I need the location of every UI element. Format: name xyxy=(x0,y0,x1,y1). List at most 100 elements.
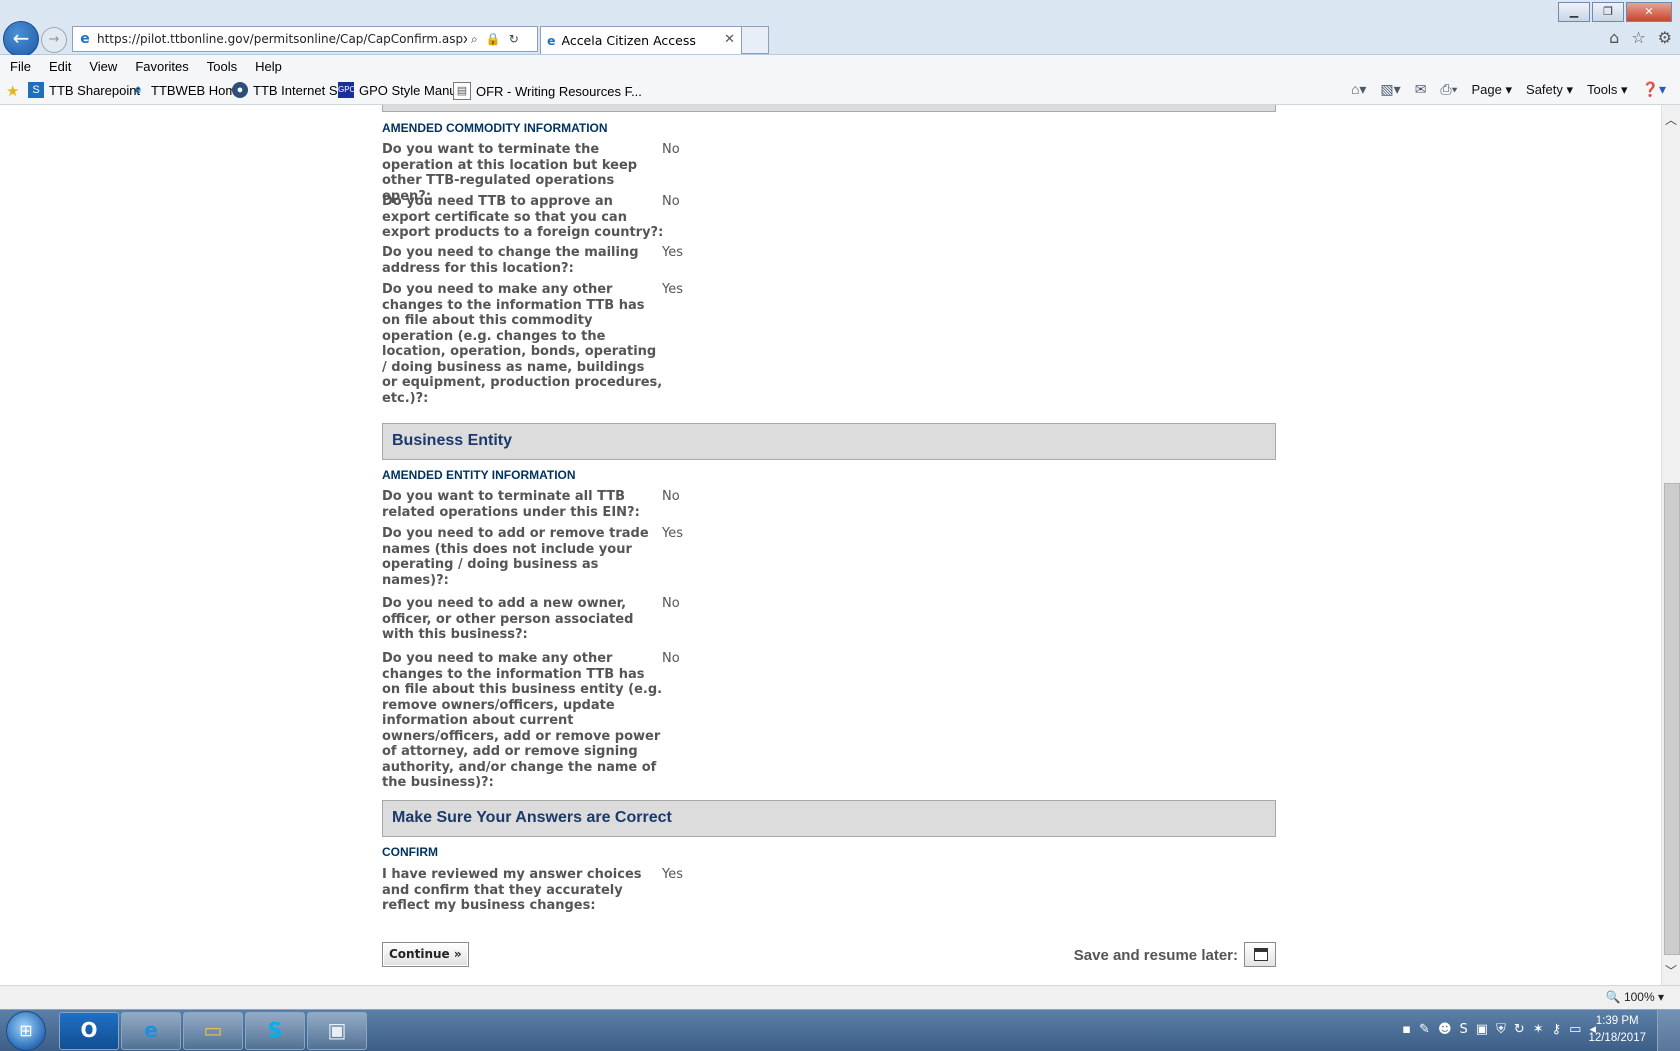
tab-title: Accela Citizen Access xyxy=(561,33,696,48)
network-tray-icon[interactable]: ▭ xyxy=(1569,1022,1581,1037)
forward-button[interactable]: → xyxy=(41,27,67,53)
status-bar: 🔍 100% ▾ xyxy=(0,985,1680,1010)
question-confirm-review: I have reviewed my answer choices and co… xyxy=(382,867,642,913)
new-tab-button[interactable] xyxy=(741,26,769,54)
refresh-icon[interactable]: ↻ xyxy=(509,32,519,47)
fav-ttb-sharepoint[interactable]: S TTB Sharepoint xyxy=(28,82,140,98)
minimize-button[interactable]: ▁ xyxy=(1558,2,1590,22)
answer-other-entity-changes: No xyxy=(662,651,680,666)
answer-mailing-address: Yes xyxy=(662,245,683,260)
sharepoint-icon: S xyxy=(28,82,44,98)
fav-label: GPO Style Manual xyxy=(359,82,467,98)
seal-icon: ● xyxy=(232,82,248,98)
device-tray-icon[interactable]: ▣ xyxy=(1476,1022,1488,1037)
tools-menu-label: Tools xyxy=(1587,81,1618,97)
vertical-scrollbar[interactable]: ︿ ﹀ xyxy=(1661,105,1680,985)
answer-terminate-location: No xyxy=(662,142,680,157)
fav-label: TTB Sharepoint xyxy=(49,82,141,98)
question-mailing-address: Do you need to change the mailing addres… xyxy=(382,245,639,276)
mail-icon[interactable]: ✉ xyxy=(1415,81,1427,98)
menu-view[interactable]: View xyxy=(80,59,126,74)
answer-other-commodity-changes: Yes xyxy=(662,282,683,297)
address-bar[interactable]: e https://pilot.ttbonline.gov/permitsonl… xyxy=(72,26,538,52)
favorites-star-icon[interactable]: ★ xyxy=(6,82,19,100)
gear-icon[interactable]: ⚙ xyxy=(1658,28,1672,47)
window-controls: ▁ ❐ ✕ xyxy=(1556,2,1672,22)
file-explorer-taskbar-icon[interactable]: ▭ xyxy=(183,1012,243,1050)
favorites-star-icon[interactable]: ☆ xyxy=(1631,28,1645,47)
app-tray-icon[interactable]: ✶ xyxy=(1533,1022,1544,1037)
answer-trade-names: Yes xyxy=(662,526,683,541)
window-taskbar-icon[interactable]: ▣ xyxy=(307,1012,367,1050)
menu-help[interactable]: Help xyxy=(246,59,291,74)
back-button[interactable]: ← xyxy=(3,21,39,57)
edit-tray-icon[interactable]: ✎ xyxy=(1419,1022,1430,1037)
lock-icon[interactable]: 🔒 xyxy=(486,32,501,47)
section-bar-top-edge xyxy=(382,105,1276,112)
answer-terminate-ein: No xyxy=(662,489,680,504)
tools-menu[interactable]: Tools ▾ xyxy=(1587,82,1628,98)
print-icon[interactable]: ⎙▾ xyxy=(1440,81,1457,98)
skype-tray-icon[interactable]: S xyxy=(1460,1022,1468,1037)
key-tray-icon[interactable]: ⚷ xyxy=(1552,1022,1562,1037)
home-icon[interactable]: ⌂▾ xyxy=(1351,81,1366,98)
calendar-icon xyxy=(1254,948,1268,961)
menu-file[interactable]: File xyxy=(0,59,40,74)
save-resume-button[interactable] xyxy=(1244,942,1276,967)
start-button[interactable]: ⊞ xyxy=(6,1011,46,1051)
ie-tab-icon: e xyxy=(547,33,556,48)
menu-favorites[interactable]: Favorites xyxy=(126,59,197,74)
feeds-icon[interactable]: ▧▾ xyxy=(1380,81,1400,98)
scrollbar-thumb[interactable] xyxy=(1664,483,1680,955)
close-tab-icon[interactable]: ✕ xyxy=(724,32,735,47)
fav-gpo-style-manual[interactable]: GPO GPO Style Manual xyxy=(338,82,467,98)
safety-menu-label: Safety xyxy=(1526,81,1563,97)
confirm-heading: CONFIRM xyxy=(382,845,438,859)
question-trade-names: Do you need to add or remove trade names… xyxy=(382,526,649,588)
menu-edit[interactable]: Edit xyxy=(40,59,80,74)
home-icon[interactable]: ⌂ xyxy=(1609,28,1619,47)
menu-tools[interactable]: Tools xyxy=(198,59,246,74)
restore-button[interactable]: ❐ xyxy=(1592,2,1624,22)
ie-page-icon: e xyxy=(134,84,142,96)
sync-tray-icon[interactable]: ↻ xyxy=(1514,1022,1525,1037)
zoom-control[interactable]: 🔍 100% ▾ xyxy=(1606,990,1664,1004)
amended-commodity-heading: AMENDED COMMODITY INFORMATION xyxy=(382,121,608,135)
gpo-icon: GPO xyxy=(338,82,356,98)
question-terminate-ein: Do you want to terminate all TTB related… xyxy=(382,489,640,520)
scroll-up-arrow-icon[interactable]: ︿ xyxy=(1665,111,1677,128)
continue-button[interactable]: Continue » xyxy=(382,942,469,967)
address-bar-icons: ⌕ 🔒 ↻ xyxy=(471,32,519,47)
business-entity-section-bar: Business Entity xyxy=(382,423,1276,460)
help-icon[interactable]: ❓▾ xyxy=(1642,81,1666,98)
scroll-down-arrow-icon[interactable]: ﹀ xyxy=(1665,962,1677,979)
fav-ttbweb-home[interactable]: e TTBWEB Home xyxy=(130,82,244,98)
safety-menu[interactable]: Safety ▾ xyxy=(1526,82,1573,98)
outlook-taskbar-icon[interactable]: O xyxy=(59,1012,119,1050)
user-tray-icon[interactable]: ☻ xyxy=(1438,1022,1452,1037)
fav-ofr-writing[interactable]: ▤ OFR - Writing Resources F... xyxy=(453,82,642,100)
browser-title-bar: ▁ ❐ ✕ ← → e https://pilot.ttbonline.gov/… xyxy=(0,0,1680,57)
favorites-bar: ★ S TTB Sharepoint e TTBWEB Home ● TTB I… xyxy=(0,77,1680,105)
shield-tray-icon[interactable]: ⛨ xyxy=(1496,1022,1506,1037)
url-text[interactable]: https://pilot.ttbonline.gov/permitsonlin… xyxy=(97,32,467,46)
page-menu-label: Page xyxy=(1471,81,1502,97)
show-desktop-button[interactable] xyxy=(1657,1010,1680,1051)
page-menu[interactable]: Page ▾ xyxy=(1472,82,1513,98)
answer-export-certificate: No xyxy=(662,194,680,209)
ie-taskbar-icon[interactable]: e xyxy=(121,1012,181,1050)
system-clock[interactable]: 1:39 PM 12/18/2017 xyxy=(1588,1013,1646,1047)
fav-ttb-internet-site[interactable]: ● TTB Internet Site xyxy=(232,82,351,98)
search-icon[interactable]: ⌕ xyxy=(471,32,478,47)
fav-label: TTBWEB Home xyxy=(151,82,244,98)
skype-taskbar-icon[interactable]: S xyxy=(245,1012,305,1050)
amended-entity-heading: AMENDED ENTITY INFORMATION xyxy=(382,468,576,482)
clock-time: 1:39 PM xyxy=(1595,1015,1639,1027)
tab-accela[interactable]: e Accela Citizen Access ✕ xyxy=(540,26,742,54)
outlook-tray-icon[interactable]: ▪ xyxy=(1402,1022,1411,1037)
fav-label: TTB Internet Site xyxy=(253,82,352,98)
ie-page-icon: e xyxy=(80,31,90,47)
question-other-commodity-changes: Do you need to make any other changes to… xyxy=(382,282,663,406)
close-window-button[interactable]: ✕ xyxy=(1626,2,1672,22)
answer-confirm-review: Yes xyxy=(662,867,683,882)
